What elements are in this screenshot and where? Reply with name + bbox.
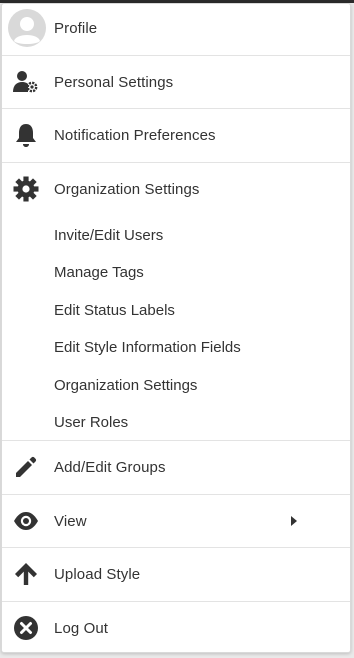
menu-item-organization-settings[interactable]: Organization Settings [2, 169, 350, 209]
menu-item-label: Notification Preferences [54, 126, 216, 144]
submenu-item-invite-edit-users[interactable]: Invite/Edit Users [54, 227, 163, 244]
submenu-item-edit-style-information-fields[interactable]: Edit Style Information Fields [54, 339, 241, 356]
avatar-icon [8, 9, 46, 47]
menu-item-label: Personal Settings [54, 73, 174, 91]
divider [2, 55, 350, 56]
menu-item-label: Add/Edit Groups [54, 458, 166, 476]
menu-item-notification-preferences[interactable]: Notification Preferences [2, 115, 350, 155]
submenu-item-manage-tags[interactable]: Manage Tags [54, 264, 144, 281]
menu-item-profile[interactable]: Profile [2, 8, 350, 48]
caret-right-icon [291, 516, 297, 526]
user-menu: Profile Personal Settings Notification P… [1, 3, 351, 653]
divider [2, 494, 350, 495]
submenu-item-edit-status-labels[interactable]: Edit Status Labels [54, 302, 175, 319]
menu-item-label: Organization Settings [54, 180, 200, 198]
divider [2, 162, 350, 163]
menu-item-label: Profile [54, 19, 98, 37]
menu-item-label: Upload Style [54, 565, 141, 583]
divider [2, 601, 350, 602]
user-gear-icon [12, 68, 40, 96]
menu-item-label: Log Out [54, 619, 109, 637]
bell-icon [12, 121, 40, 149]
gear-icon [12, 175, 40, 203]
menu-item-personal-settings[interactable]: Personal Settings [2, 62, 350, 102]
submenu-item-organization-settings[interactable]: Organization Settings [54, 377, 197, 394]
pencil-icon [12, 453, 40, 481]
arrow-up-icon [12, 560, 40, 588]
menu-item-label: View [54, 512, 87, 530]
divider [2, 440, 350, 441]
screen: Profile Personal Settings Notification P… [0, 0, 354, 658]
submenu-item-user-roles[interactable]: User Roles [54, 414, 128, 431]
eye-icon [12, 507, 40, 535]
menu-item-view[interactable]: View [2, 501, 350, 541]
divider [2, 108, 350, 109]
menu-item-upload-style[interactable]: Upload Style [2, 554, 350, 594]
menu-item-add-edit-groups[interactable]: Add/Edit Groups [2, 447, 350, 487]
menu-item-log-out[interactable]: Log Out [2, 608, 350, 648]
divider [2, 547, 350, 548]
x-circle-icon [12, 614, 40, 642]
